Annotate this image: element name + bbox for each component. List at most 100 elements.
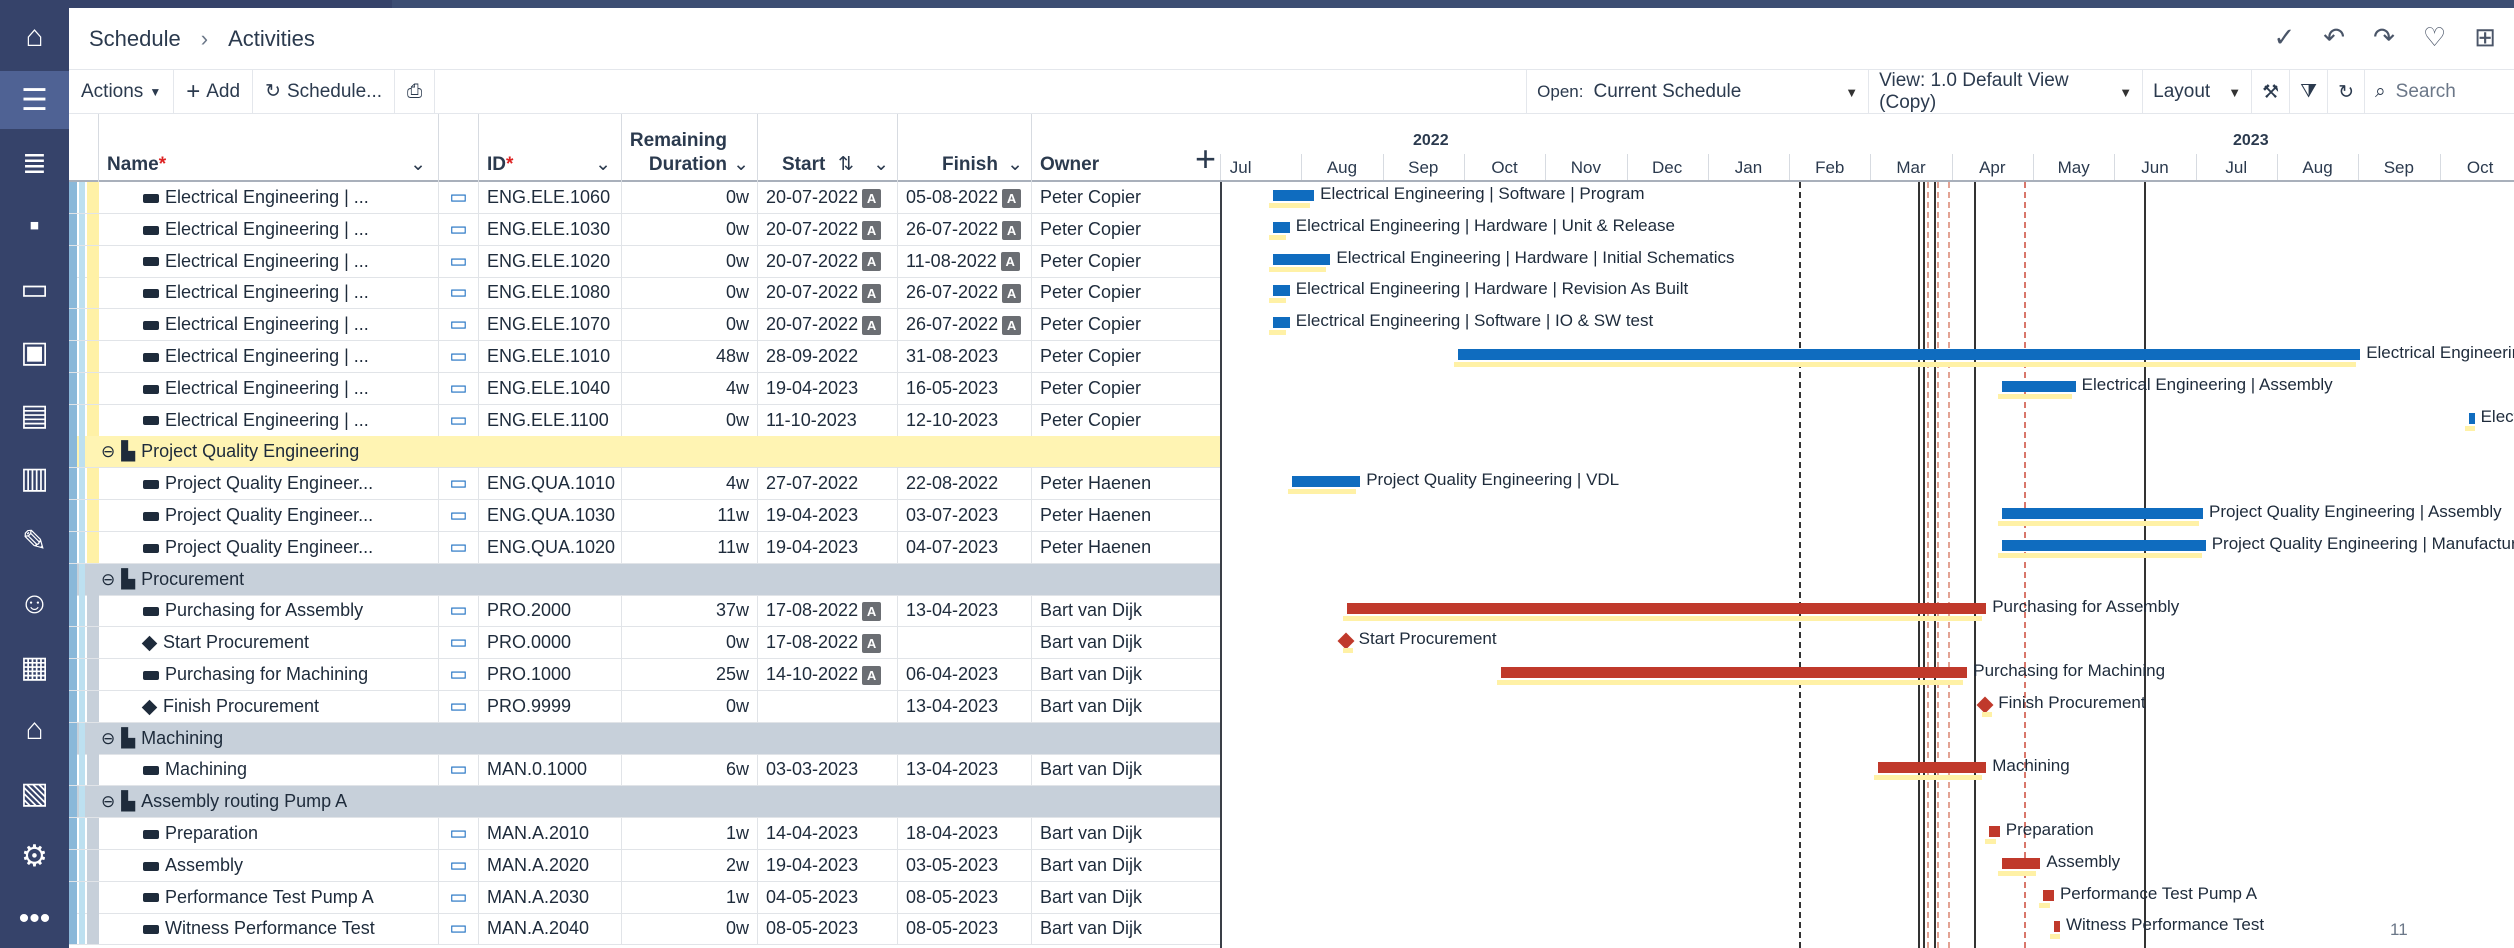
gantt-bar[interactable]	[2468, 412, 2475, 424]
name-cell[interactable]: Start Procurement	[99, 627, 439, 659]
table-row[interactable]: Purchasing for Assembly ▭ PRO.2000 37w 1…	[69, 595, 1220, 628]
finish-cell[interactable]: 03-07-2023	[898, 500, 1032, 531]
duration-cell[interactable]: 4w	[622, 372, 758, 404]
owner-cell[interactable]: Peter Copier	[1032, 309, 1220, 340]
table-row[interactable]: Purchasing for Machining ▭ PRO.1000 25w …	[69, 659, 1220, 691]
undo-icon[interactable]: ↶	[2323, 22, 2345, 53]
id-cell[interactable]: ENG.ELE.1030	[479, 213, 622, 245]
duration-cell[interactable]: 4w	[622, 468, 758, 500]
duration-cell[interactable]: 0w	[622, 245, 758, 277]
duration-cell[interactable]: 37w	[622, 595, 758, 627]
table-row[interactable]: Performance Test Pump A ▭ MAN.A.2030 1w …	[69, 881, 1220, 914]
owner-cell[interactable]: Bart van Dijk	[1032, 691, 1220, 722]
comment-icon[interactable]: ▭	[450, 473, 468, 494]
folder-icon[interactable]: ▭	[0, 260, 69, 318]
owner-cell[interactable]: Peter Haenen	[1032, 500, 1220, 531]
finish-cell[interactable]: 12-10-2023	[898, 404, 1032, 436]
search-box[interactable]: ⌕ Search	[2364, 70, 2514, 114]
duration-cell[interactable]: 1w	[622, 818, 758, 849]
gantt-bar[interactable]	[1877, 762, 1987, 774]
column-header-start[interactable]: Start ⇅ ⌄	[758, 114, 898, 182]
gantt-bar[interactable]	[1988, 826, 2000, 837]
id-cell[interactable]: ENG.ELE.1080	[479, 277, 622, 309]
more-icon[interactable]: •••	[0, 890, 69, 948]
notes-cell[interactable]: ▭	[439, 595, 479, 627]
name-cell[interactable]: Electrical Engineering | ...	[99, 309, 439, 341]
group-row[interactable]: ⊖ ▙ Machining	[69, 722, 1220, 755]
owner-cell[interactable]: Peter Copier	[1032, 182, 1220, 213]
comment-icon[interactable]: ▭	[450, 282, 468, 303]
name-cell[interactable]: Purchasing for Assembly	[99, 595, 439, 627]
duration-cell[interactable]: 0w	[622, 213, 758, 245]
finish-cell[interactable]: 31-08-2023	[898, 341, 1032, 372]
finish-cell[interactable]: 08-05-2023	[898, 881, 1032, 913]
comment-icon[interactable]: ▭	[450, 187, 468, 208]
name-cell[interactable]: Project Quality Engineer...	[99, 531, 439, 563]
duration-cell[interactable]: 11w	[622, 500, 758, 531]
redo-icon[interactable]: ↷	[2373, 22, 2395, 53]
finish-cell[interactable]: 22-08-2022	[898, 468, 1032, 500]
activities-icon[interactable]: ☰	[0, 71, 69, 129]
name-cell[interactable]: Performance Test Pump A	[99, 881, 439, 913]
table-row[interactable]: Machining ▭ MAN.0.1000 6w 03-03-2023 13-…	[69, 754, 1220, 787]
comment-icon[interactable]: ▭	[450, 759, 468, 780]
comment-icon[interactable]: ▭	[450, 918, 468, 939]
gantt-bar[interactable]	[2002, 508, 2203, 519]
owner-cell[interactable]: Bart van Dijk	[1032, 850, 1220, 881]
name-cell[interactable]: Finish Procurement	[99, 690, 439, 722]
table-row[interactable]: Electrical Engineering | ... ▭ ENG.ELE.1…	[69, 245, 1220, 278]
duration-cell[interactable]: 0w	[622, 627, 758, 659]
id-cell[interactable]: ENG.ELE.1060	[479, 182, 622, 213]
notes-cell[interactable]: ▭	[439, 182, 479, 213]
id-cell[interactable]: ENG.ELE.1040	[479, 372, 622, 404]
notes-cell[interactable]: ▭	[439, 627, 479, 659]
owner-cell[interactable]: Peter Haenen	[1032, 468, 1220, 499]
table-row[interactable]: Start Procurement ▭ PRO.0000 0w 17-08-20…	[69, 627, 1220, 660]
group-name-cell[interactable]: ⊖ ▙ Assembly routing Pump A	[99, 786, 799, 817]
column-header-id[interactable]: ID* ⌄	[479, 114, 622, 182]
actions-button[interactable]: Actions ▼	[69, 69, 175, 114]
start-cell[interactable]: 28-09-2022	[758, 341, 898, 372]
notes-cell[interactable]: ▭	[439, 341, 479, 372]
start-cell[interactable]: 19-04-2023	[758, 531, 898, 563]
finish-cell[interactable]: 03-05-2023	[898, 849, 1032, 881]
owner-cell[interactable]: Bart van Dijk	[1032, 913, 1220, 944]
gantt-bar[interactable]	[2043, 889, 2054, 901]
column-header-name[interactable]: Name* ⌄	[99, 114, 439, 182]
table-row[interactable]: Project Quality Engineer... ▭ ENG.QUA.10…	[69, 468, 1220, 501]
comment-icon[interactable]: ▭	[450, 537, 468, 558]
id-cell[interactable]: MAN.A.2010	[479, 818, 622, 849]
column-header-owner[interactable]: Owner +	[1032, 114, 1220, 182]
start-cell[interactable]: 19-04-2023	[758, 372, 898, 404]
notes-cell[interactable]: ▭	[439, 754, 479, 786]
dashboard-icon[interactable]: ▧	[0, 764, 69, 822]
duration-cell[interactable]: 0w	[622, 277, 758, 309]
start-cell[interactable]: 14-10-2022 A	[758, 659, 898, 690]
duration-cell[interactable]: 2w	[622, 849, 758, 881]
notes-cell[interactable]: ▭	[439, 468, 479, 500]
notes-cell[interactable]: ▭	[439, 531, 479, 563]
owner-cell[interactable]: Bart van Dijk	[1032, 595, 1220, 626]
start-cell[interactable]: 04-05-2023	[758, 881, 898, 913]
name-cell[interactable]: Project Quality Engineer...	[99, 500, 439, 531]
contacts-icon[interactable]: ▣	[0, 323, 69, 381]
open-select[interactable]: Open: Current Schedule ▼	[1526, 70, 1868, 114]
finish-cell[interactable]: 13-04-2023	[898, 690, 1032, 722]
finish-cell[interactable]: 08-05-2023	[898, 913, 1032, 945]
refresh-button[interactable]: ↻	[2327, 70, 2364, 114]
add-column-icon[interactable]: +	[1195, 138, 1216, 180]
duration-cell[interactable]: 0w	[622, 182, 758, 213]
name-cell[interactable]: Purchasing for Machining	[99, 659, 439, 690]
wrench-button[interactable]: ⚒	[2251, 70, 2289, 114]
comment-icon[interactable]: ▭	[450, 823, 468, 844]
print-button[interactable]: ⎙	[395, 69, 436, 114]
column-header-finish[interactable]: Finish ⌄	[898, 114, 1032, 182]
notes-cell[interactable]: ▭	[439, 818, 479, 849]
start-cell[interactable]: 20-07-2022 A	[758, 182, 898, 213]
chevron-down-icon[interactable]: ⌄	[733, 153, 749, 176]
id-cell[interactable]: MAN.A.2020	[479, 849, 622, 881]
comment-icon[interactable]: ▭	[450, 855, 468, 876]
comment-icon[interactable]: ▭	[450, 505, 468, 526]
start-cell[interactable]: 27-07-2022	[758, 468, 898, 500]
id-cell[interactable]: PRO.2000	[479, 595, 622, 627]
